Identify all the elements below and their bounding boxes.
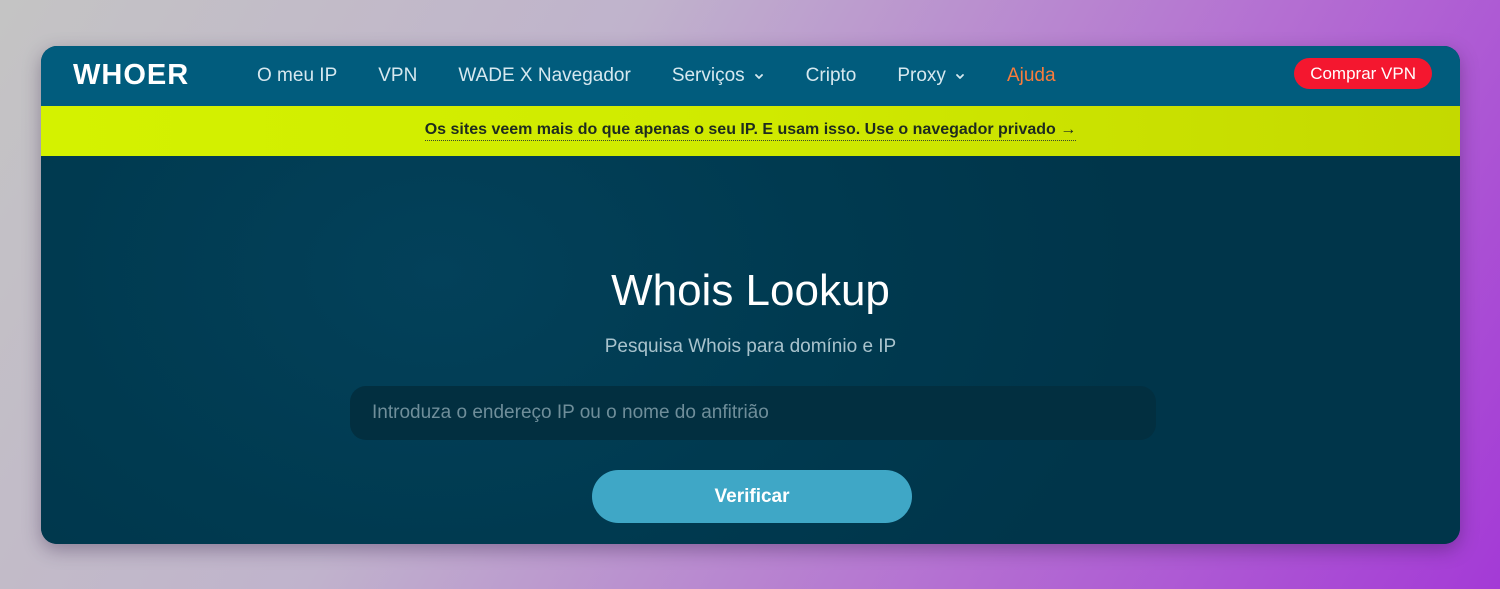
- whoer-logo[interactable]: WHOER: [73, 59, 189, 92]
- chevron-down-icon: [954, 70, 966, 82]
- private-browser-link[interactable]: Os sites veem mais do que apenas o seu I…: [424, 121, 1077, 141]
- nav-item-crypto[interactable]: Cripto: [806, 65, 857, 87]
- nav-item-label: O meu IP: [257, 65, 338, 86]
- main-nav: O meu IP VPN WADE X Navegador Serviços C…: [257, 46, 1097, 106]
- browser-window: WHOER O meu IP VPN WADE X Navegador Serv…: [41, 46, 1460, 544]
- page-subtitle: Pesquisa Whois para domínio e IP: [604, 336, 897, 357]
- nav-item-label: Proxy: [897, 65, 946, 86]
- page-title: Whois Lookup: [611, 266, 890, 315]
- promo-banner: Os sites veem mais do que apenas o seu I…: [41, 106, 1460, 156]
- nav-item-vpn[interactable]: VPN: [378, 65, 417, 87]
- host-search-input[interactable]: [350, 386, 1156, 440]
- nav-item-label: VPN: [378, 65, 418, 86]
- whois-hero: Whois Lookup Pesquisa Whois para domínio…: [41, 156, 1460, 544]
- nav-item-label: Serviços: [671, 65, 745, 86]
- nav-item-label: WADE X Navegador: [458, 65, 631, 86]
- nav-item-my-ip[interactable]: O meu IP: [257, 65, 337, 87]
- nav-item-wade-x-browser[interactable]: WADE X Navegador: [458, 65, 630, 87]
- navbar: WHOER O meu IP VPN WADE X Navegador Serv…: [41, 46, 1460, 106]
- nav-item-services[interactable]: Serviços: [672, 65, 765, 87]
- verify-button[interactable]: Verificar: [592, 470, 912, 523]
- chevron-down-icon: [753, 70, 765, 82]
- buy-vpn-button[interactable]: Comprar VPN: [1294, 58, 1432, 89]
- nav-item-help[interactable]: Ajuda: [1007, 65, 1056, 87]
- nav-item-proxy[interactable]: Proxy: [897, 65, 966, 87]
- nav-item-label: Ajuda: [1006, 65, 1056, 86]
- nav-item-label: Cripto: [805, 65, 857, 86]
